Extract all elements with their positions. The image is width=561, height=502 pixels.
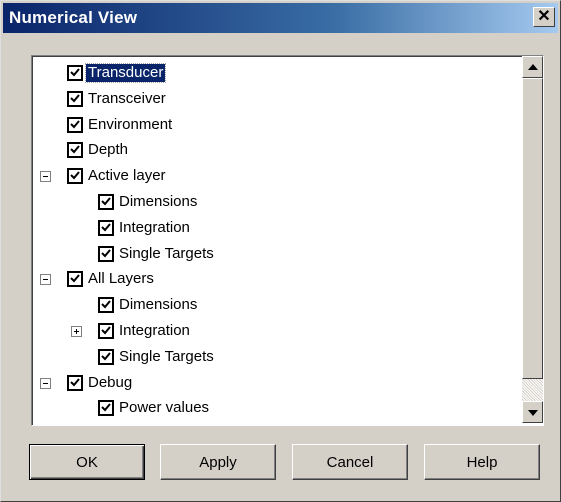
tree-item[interactable]: Environment: [34, 114, 514, 136]
checkbox[interactable]: [98, 194, 114, 210]
vertical-scrollbar[interactable]: [522, 56, 543, 423]
close-icon: ✕: [537, 8, 551, 25]
tree-item[interactable]: Dimensions: [34, 294, 514, 316]
checkbox[interactable]: [98, 245, 114, 262]
tree-item[interactable]: Integration: [34, 217, 514, 239]
down-arrow-icon: [528, 410, 538, 416]
checkmark-icon: [101, 223, 111, 232]
checkbox[interactable]: [67, 271, 83, 288]
tree-item-label[interactable]: Integration: [117, 322, 192, 340]
collapse-icon[interactable]: [40, 274, 51, 286]
checkbox[interactable]: [98, 219, 114, 236]
window-title: Numerical View: [9, 8, 138, 27]
scroll-thumb[interactable]: [522, 78, 543, 379]
tree-item[interactable]: Single Targets: [34, 346, 514, 368]
checkbox[interactable]: [67, 90, 83, 107]
tree-item-label[interactable]: Single Targets: [117, 245, 216, 263]
checkbox[interactable]: [98, 348, 114, 365]
checkbox[interactable]: [98, 323, 114, 339]
cancel-button[interactable]: Cancel: [292, 444, 408, 480]
scroll-track[interactable]: [522, 379, 543, 401]
checkbox[interactable]: [98, 297, 114, 314]
tree-item[interactable]: All Layers: [34, 268, 514, 290]
expand-icon[interactable]: [71, 326, 82, 337]
checkmark-icon: [101, 300, 111, 309]
title-bar[interactable]: Numerical View ✕: [3, 3, 558, 33]
tree-item[interactable]: Single Targets: [34, 243, 514, 265]
tree-item-label[interactable]: Single Targets: [117, 348, 216, 366]
tree-item-label[interactable]: Integration: [117, 219, 192, 237]
scroll-down-button[interactable]: [522, 401, 543, 423]
ok-button[interactable]: OK: [29, 444, 145, 480]
tree-item-label[interactable]: Transceiver: [86, 90, 168, 108]
checkmark-icon: [101, 352, 111, 361]
collapse-icon[interactable]: [40, 171, 51, 183]
checkbox[interactable]: [98, 400, 114, 417]
tree-view: Transducer Transceiver Environment Depth Act…: [31, 55, 544, 426]
checkbox[interactable]: [67, 374, 83, 391]
tree-item[interactable]: Transducer: [34, 62, 514, 84]
collapse-icon[interactable]: [40, 377, 51, 389]
help-button[interactable]: Help: [424, 444, 540, 480]
checkbox[interactable]: [67, 168, 83, 185]
tree-item[interactable]: Integration: [34, 320, 514, 342]
checkmark-icon: [70, 119, 80, 129]
tree-items: Transducer Transceiver Environment Depth Act…: [34, 58, 520, 423]
checkbox[interactable]: [67, 65, 83, 81]
tree-item-label[interactable]: Power values: [117, 399, 211, 417]
tree-item[interactable]: Transceiver: [34, 88, 514, 110]
tree-item-label[interactable]: Active layer: [86, 167, 168, 185]
apply-button[interactable]: Apply: [160, 444, 276, 480]
tree-item-label[interactable]: Dimensions: [117, 193, 199, 211]
tree-item[interactable]: Power values: [34, 397, 514, 419]
tree-item[interactable]: Active layer: [34, 165, 514, 187]
tree-item-label[interactable]: Depth: [86, 141, 130, 159]
tree-item-label[interactable]: Environment: [86, 116, 174, 134]
tree-item-label[interactable]: Debug: [86, 374, 134, 392]
tree-item[interactable]: Dimensions: [34, 191, 514, 213]
up-arrow-icon: [528, 64, 538, 70]
checkmark-icon: [70, 274, 80, 283]
tree-item[interactable]: Depth: [34, 139, 514, 161]
checkmark-icon: [70, 94, 80, 103]
numerical-view-dialog: Numerical View ✕ Transducer Transceiver En…: [0, 0, 561, 502]
checkbox[interactable]: [67, 116, 83, 133]
checkmark-icon: [70, 68, 80, 77]
scroll-up-button[interactable]: [522, 56, 543, 78]
tree-item-label[interactable]: Dimensions: [117, 296, 199, 314]
checkmark-icon: [70, 145, 80, 154]
tree-item[interactable]: Debug: [34, 372, 514, 394]
checkmark-icon: [101, 403, 111, 412]
checkmark-icon: [70, 377, 80, 387]
tree-item-label[interactable]: Transducer: [84, 63, 167, 83]
close-button[interactable]: ✕: [533, 7, 555, 27]
checkmark-icon: [101, 326, 111, 335]
checkmark-icon: [101, 248, 111, 258]
checkmark-icon: [70, 171, 80, 180]
checkbox[interactable]: [67, 142, 83, 159]
tree-item-label[interactable]: All Layers: [86, 270, 156, 288]
checkmark-icon: [101, 197, 111, 206]
